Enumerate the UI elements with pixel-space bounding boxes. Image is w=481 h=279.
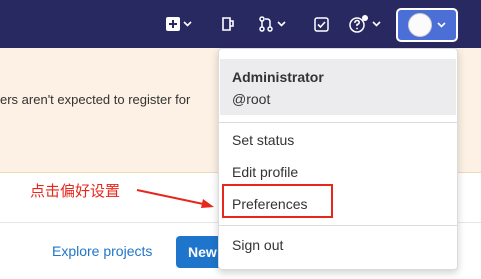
checkbox-icon [314, 16, 329, 32]
merge-request-icon [259, 16, 273, 32]
chevron-down-icon [437, 22, 446, 28]
explore-projects-link[interactable]: Explore projects [52, 243, 152, 259]
menu-divider [219, 122, 457, 123]
new-project-label: New [188, 244, 217, 260]
banner-text: ers aren't expected to register for [0, 92, 191, 107]
todo-button[interactable] [221, 12, 235, 36]
preferences-highlight-box [222, 184, 333, 218]
chevron-down-icon [277, 21, 286, 27]
new-menu-button[interactable] [166, 12, 192, 36]
menu-item-set-status[interactable]: Set status [232, 132, 294, 148]
merge-requests-button[interactable] [258, 12, 286, 36]
user-dropdown-menu: Administrator @root Set status Edit prof… [218, 48, 458, 270]
chevron-down-icon [183, 21, 192, 27]
annotation-text: 点击偏好设置 [30, 182, 121, 200]
issues-button[interactable] [314, 12, 329, 36]
avatar [408, 13, 432, 37]
todo-icon [222, 17, 234, 31]
top-navbar [0, 0, 481, 48]
user-menu-button[interactable] [396, 8, 458, 42]
help-button[interactable] [349, 12, 381, 36]
plus-square-icon [166, 17, 180, 31]
menu-divider [219, 225, 457, 226]
menu-item-sign-out[interactable]: Sign out [232, 237, 283, 253]
user-info-header[interactable]: Administrator @root [220, 59, 456, 115]
help-icon [349, 15, 368, 33]
chevron-down-icon [372, 21, 381, 27]
menu-item-edit-profile[interactable]: Edit profile [232, 164, 298, 180]
user-full-name: Administrator [232, 69, 324, 85]
user-username: @root [232, 91, 271, 107]
